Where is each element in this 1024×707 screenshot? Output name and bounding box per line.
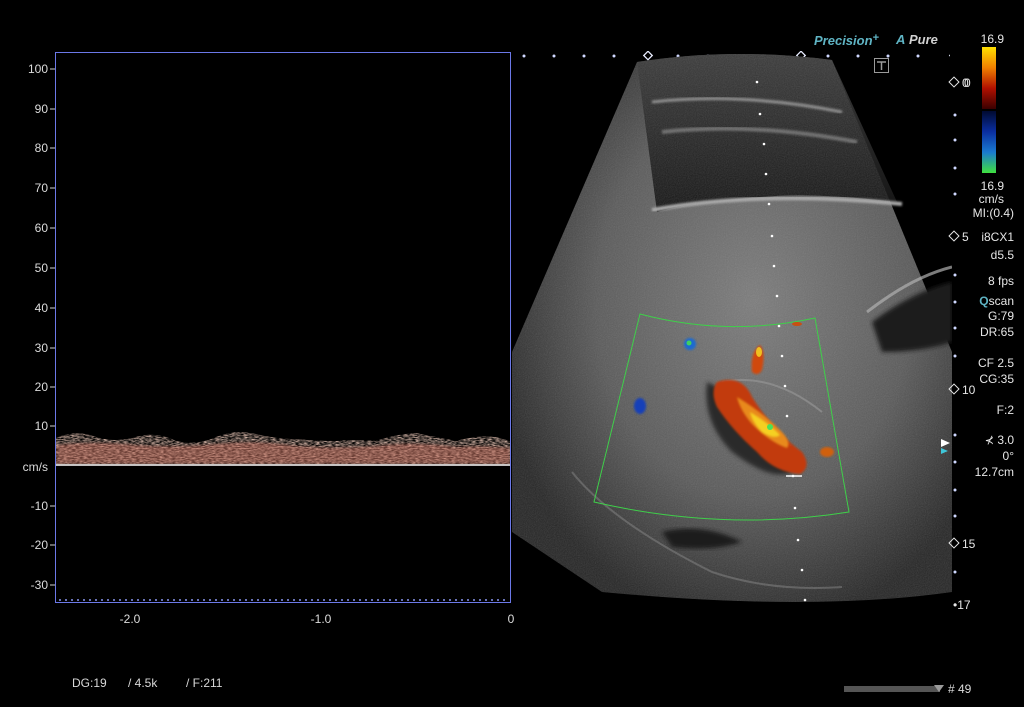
y-axis-unit: cm/s [22, 460, 48, 474]
y-tick-100: 100 [27, 62, 48, 76]
footer-filter: / F:211 [186, 676, 223, 690]
dynamic-range: DR:65 [979, 325, 1014, 339]
gain-value: G:79 [987, 309, 1014, 323]
mi-value: MI:(0.4) [972, 206, 1014, 220]
color-frequency: CF 2.5 [977, 356, 1014, 370]
x-tick-minus-2: -2.0 [119, 612, 141, 626]
colorbar-zero-label: 0 [964, 76, 971, 90]
color-bar-positive [982, 47, 996, 109]
cine-marker-icon[interactable] [934, 680, 944, 692]
y-tick-70: 70 [34, 181, 48, 195]
y-tick-minus-30: -30 [30, 578, 48, 592]
x-tick-0: 0 [507, 612, 515, 626]
colorbar-top-value: 16.9 [980, 32, 1004, 46]
qscan-q: Q [979, 294, 989, 308]
depth-marker-15: 15 [948, 537, 975, 551]
footer-prf: / 4.5k [128, 676, 158, 690]
diamond-icon [948, 76, 960, 88]
cine-scrollbar[interactable] [844, 686, 940, 692]
qscan-label: Qscan [979, 294, 1014, 308]
ultrasound-image[interactable] [512, 52, 953, 612]
depth-marker-10: 10 [948, 383, 975, 397]
frame-number: # 49 [948, 682, 972, 696]
y-axis-ticks [49, 52, 55, 603]
color-bar-negative [982, 111, 996, 173]
spectrum-panel[interactable] [55, 52, 511, 603]
precision-plus: + [872, 32, 879, 44]
apure-a: A [896, 32, 906, 47]
depth-setting: d5.5 [990, 248, 1014, 262]
y-tick-80: 80 [34, 141, 48, 155]
y-tick-20: 20 [34, 380, 48, 394]
angle-degrees: 0° [1002, 449, 1014, 463]
y-tick-30: 30 [34, 341, 48, 355]
y-tick-40: 40 [34, 301, 48, 315]
apure-label: Pure [909, 32, 938, 47]
precision-label: Precision [814, 33, 873, 48]
angle-icon: ⊀ [984, 435, 994, 447]
depth-marker-17: •17 [953, 598, 971, 612]
frame-rate: 8 fps [987, 274, 1014, 288]
diamond-icon [948, 537, 960, 549]
focus-marker-icon[interactable] [940, 437, 952, 455]
depth-scale-dots [950, 60, 960, 620]
depth-marker-5: 5 [948, 230, 969, 244]
ultrasound-svg [512, 53, 953, 602]
y-tick-90: 90 [34, 102, 48, 116]
y-tick-minus-20: -20 [30, 538, 48, 552]
color-gain: CG:35 [979, 372, 1014, 386]
total-depth: 12.7cm [974, 465, 1014, 479]
y-tick-60: 60 [34, 221, 48, 235]
focus-count: F:2 [996, 403, 1014, 417]
spectrum-svg [56, 432, 510, 601]
diamond-icon [948, 383, 960, 395]
y-tick-50: 50 [34, 261, 48, 275]
x-tick-minus-1: -1.0 [310, 612, 332, 626]
y-tick-minus-10: -10 [30, 499, 48, 513]
precision-logo: Precision+ [814, 32, 879, 48]
diamond-icon [948, 230, 960, 242]
footer-dg: DG:19 [72, 676, 107, 690]
apure-logo: A Pure [896, 32, 938, 47]
color-bar [982, 47, 996, 177]
probe-name: i8CX1 [981, 230, 1014, 244]
colorbar-unit: cm/s [978, 192, 1004, 206]
angle-correction: ⊀ 3.0 [984, 433, 1014, 447]
y-tick-10: 10 [34, 419, 48, 433]
